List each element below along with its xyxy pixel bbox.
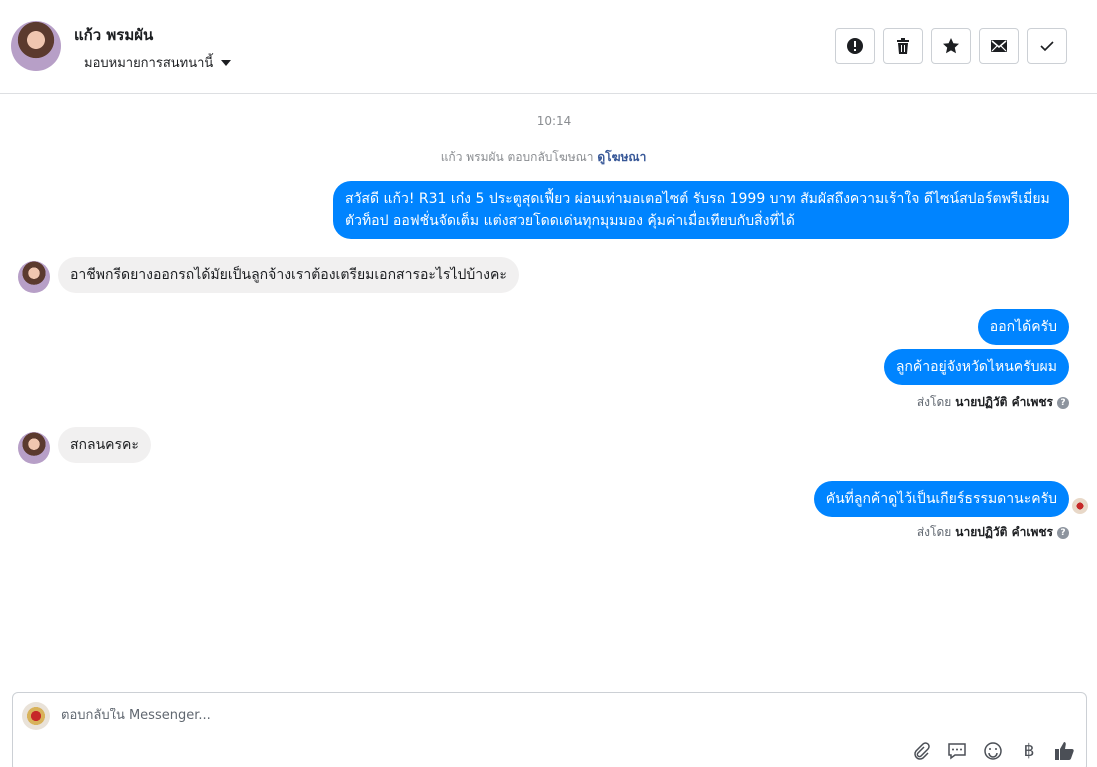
spam-icon (847, 38, 863, 54)
attach-icon[interactable] (910, 740, 932, 762)
timestamp: 10:14 (536, 114, 572, 128)
sent-by-label: ส่งโดย (916, 395, 952, 409)
page-avatar (22, 702, 50, 730)
sent-by-info: ส่งโดย นายปฏิวัติ คำเพชร ? (917, 523, 1069, 542)
mail-icon (991, 40, 1007, 52)
message-bubble-outgoing[interactable]: คันที่ลูกค้าดูไว้เป็นเกียร์ธรรมดานะครับ (813, 481, 1069, 517)
message-bubble-outgoing[interactable]: ลูกค้าอยู่จังหวัดไหนครับผม (883, 349, 1069, 385)
help-icon[interactable]: ? (1057, 396, 1069, 409)
assign-label: มอบหมายการสนทนานี้ (84, 56, 214, 71)
message-thread: 10:14 แก้ว พรมผัน ตอบกลับโฆษณา ดูโฆษณา ส… (0, 95, 1097, 687)
star-icon (943, 38, 959, 54)
star-button[interactable] (931, 28, 971, 64)
sent-by-name: นายปฏิวัติ คำเพชร (955, 525, 1053, 539)
message-bubble-outgoing[interactable]: ออกได้ครับ (977, 309, 1069, 345)
caret-down-icon (221, 59, 232, 66)
contact-avatar-small (18, 261, 50, 293)
delete-button[interactable] (883, 28, 923, 64)
sent-by-label: ส่งโดย (916, 525, 952, 539)
reply-composer: ฿ (12, 692, 1087, 767)
trash-icon (897, 38, 909, 54)
ad-reply-text: แก้ว พรมผัน ตอบกลับโฆษณา (440, 150, 594, 164)
conversation-header: แก้ว พรมผัน มอบหมายการสนทนานี้ (0, 0, 1097, 94)
contact-avatar[interactable] (11, 21, 61, 71)
reply-input[interactable] (61, 708, 861, 723)
baht-icon[interactable]: ฿ (1018, 740, 1040, 762)
view-ad-link[interactable]: ดูโฆษณา (597, 150, 646, 164)
emoji-icon[interactable] (982, 740, 1004, 762)
conversation-toolbar (835, 28, 1067, 64)
message-bubble-incoming[interactable]: สกลนครคะ (58, 427, 151, 463)
contact-avatar-small (18, 432, 50, 464)
composer-actions: ฿ (910, 740, 1076, 762)
mark-unread-button[interactable] (979, 28, 1019, 64)
seen-avatar-icon (1072, 498, 1088, 514)
quick-reply-icon[interactable] (946, 740, 968, 762)
mark-done-button[interactable] (1027, 28, 1067, 64)
sent-by-name: นายปฏิวัติ คำเพชร (955, 395, 1053, 409)
ad-reply-notice: แก้ว พรมผัน ตอบกลับโฆษณา ดูโฆษณา (0, 148, 1087, 167)
mark-spam-button[interactable] (835, 28, 875, 64)
help-icon[interactable]: ? (1057, 526, 1069, 539)
message-bubble-incoming[interactable]: อาชีพกรีดยางออกรถได้มัยเป็นลูกจ้างเราต้อ… (58, 257, 519, 293)
check-icon (1040, 41, 1054, 52)
contact-name[interactable]: แก้ว พรมผัน (74, 23, 153, 47)
like-icon[interactable] (1054, 740, 1076, 762)
assign-conversation-dropdown[interactable]: มอบหมายการสนทนานี้ (84, 52, 232, 73)
sent-by-info: ส่งโดย นายปฏิวัติ คำเพชร ? (917, 393, 1069, 412)
message-bubble-outgoing[interactable]: สวัสดี แก้ว! R31 เก๋ง 5 ประตูสุดเฟี้ยว ผ… (333, 181, 1069, 239)
